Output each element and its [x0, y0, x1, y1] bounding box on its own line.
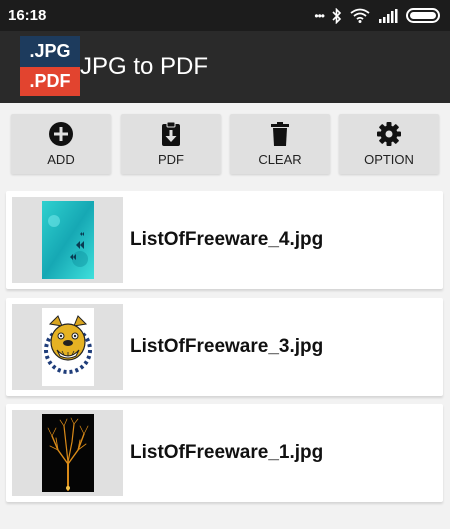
pdf-button[interactable]: PDF — [121, 114, 221, 174]
app-bar: .JPG .PDF JPG to PDF — [0, 31, 450, 103]
file-name: ListOfFreeware_4.jpg — [130, 229, 324, 250]
golden-tree-image — [41, 414, 94, 492]
thumbnail-frame — [12, 304, 123, 390]
teal-butterflies-image — [41, 201, 94, 279]
signal-icon — [378, 8, 398, 23]
add-button-label: ADD — [47, 152, 75, 167]
clear-button[interactable]: CLEAR — [230, 114, 330, 174]
status-bar: 16:18 ••• — [0, 0, 450, 31]
clear-button-label: CLEAR — [258, 152, 302, 167]
thumbnail-frame — [12, 197, 123, 283]
more-dots-icon: ••• — [314, 8, 325, 23]
option-button[interactable]: OPTION — [339, 114, 439, 174]
file-list-item[interactable]: ListOfFreeware_1.jpg — [6, 404, 443, 502]
trash-icon — [267, 121, 293, 147]
logo-jpg-label: .JPG — [20, 36, 80, 67]
bluetooth-icon — [332, 7, 342, 24]
add-button[interactable]: ADD — [11, 114, 111, 174]
wifi-icon — [350, 8, 370, 23]
pdf-button-label: PDF — [158, 152, 184, 167]
logo-pdf-label: .PDF — [20, 67, 80, 96]
clipboard-download-icon — [158, 121, 184, 147]
action-toolbar: ADD PDF CLEAR OPTION — [0, 114, 450, 174]
app-logo: .JPG .PDF — [20, 36, 80, 96]
bulldog-mascot-image — [41, 308, 94, 386]
gear-icon — [376, 121, 402, 147]
option-button-label: OPTION — [364, 152, 414, 167]
status-icons: ••• — [314, 7, 440, 24]
battery-icon — [406, 8, 440, 23]
app-title: JPG to PDF — [80, 53, 209, 80]
file-name: ListOfFreeware_3.jpg — [130, 336, 324, 357]
status-time: 16:18 — [8, 7, 47, 24]
plus-circle-icon — [48, 121, 74, 147]
file-name: ListOfFreeware_1.jpg — [130, 442, 324, 463]
thumbnail-frame — [12, 410, 123, 496]
file-list-item[interactable]: ListOfFreeware_4.jpg — [6, 191, 443, 289]
file-list-item[interactable]: ListOfFreeware_3.jpg — [6, 298, 443, 396]
